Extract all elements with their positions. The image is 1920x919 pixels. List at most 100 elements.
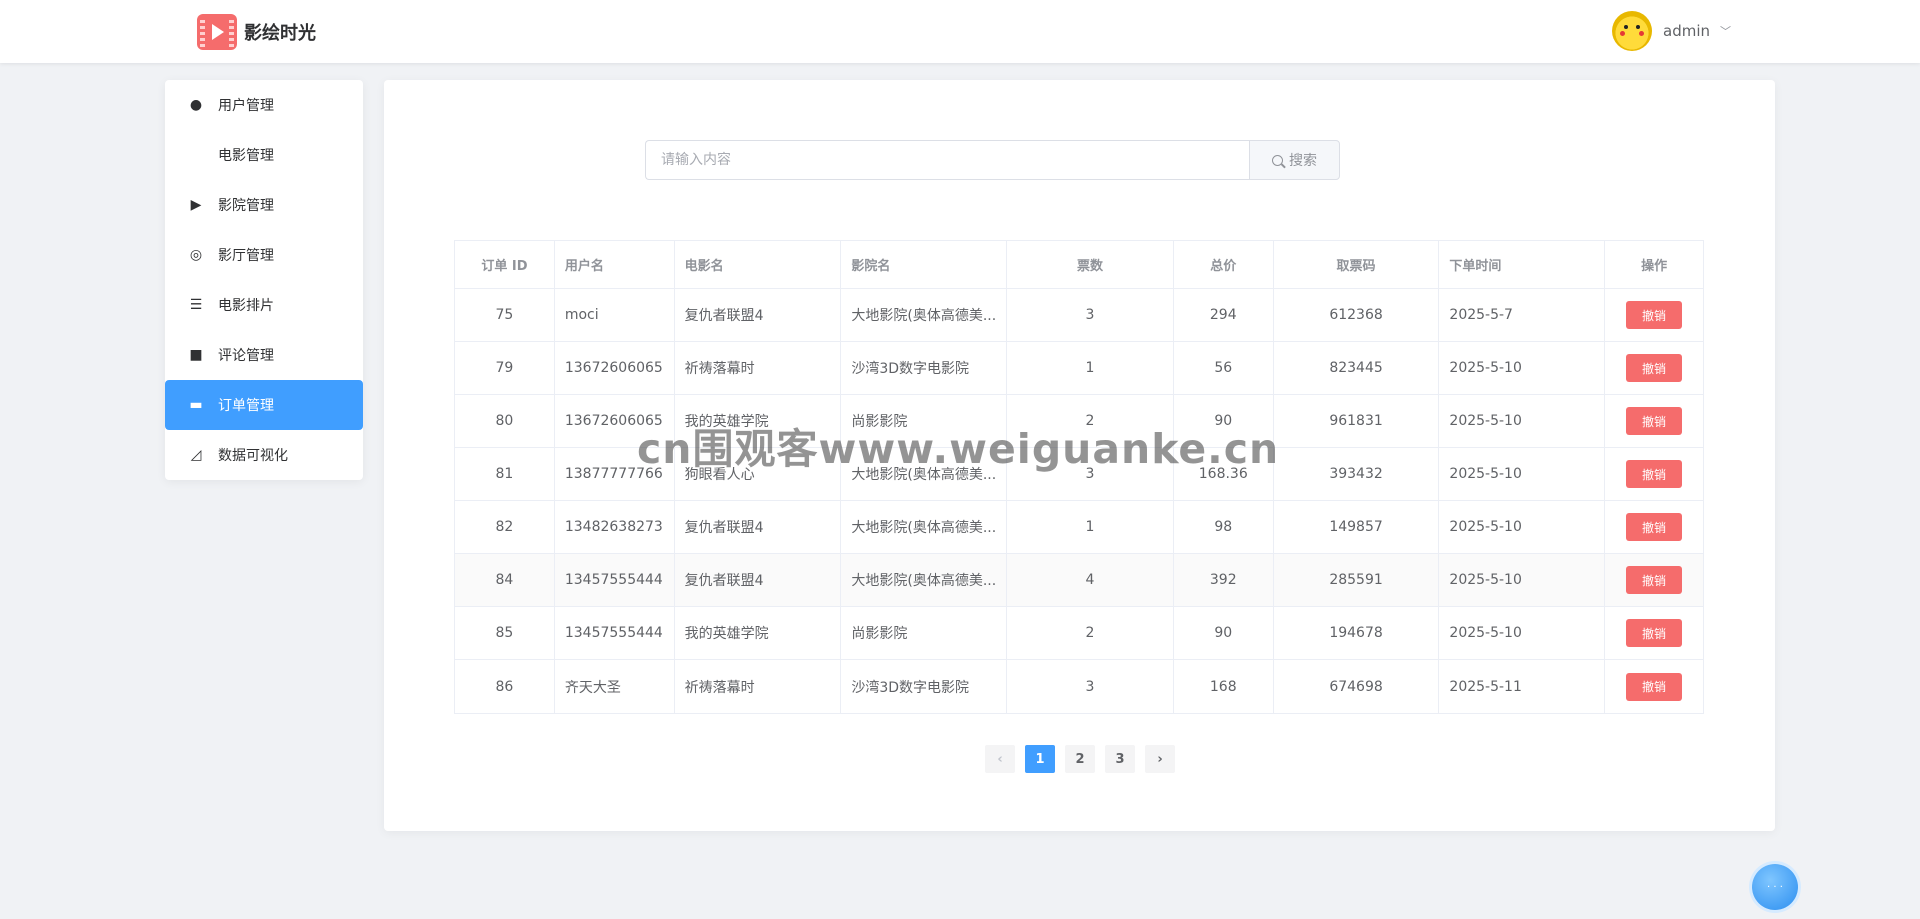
cell-movie: 祈祷落幕时 xyxy=(675,660,842,713)
sidebar-item-schedule[interactable]: ☰ 电影排片 xyxy=(165,280,363,330)
cell-action: 撤销 xyxy=(1605,289,1703,341)
user-menu[interactable]: admin ﹀ xyxy=(1612,11,1731,51)
sidebar-item-users[interactable]: ● 用户管理 xyxy=(165,80,363,130)
sidebar-item-movies[interactable]: 电影管理 xyxy=(165,130,363,180)
cell-username: 齐天大圣 xyxy=(555,660,675,713)
cell-action: 撤销 xyxy=(1605,554,1703,606)
next-page-button[interactable]: › xyxy=(1145,745,1175,773)
cancel-order-button[interactable]: 撤销 xyxy=(1626,566,1683,594)
search-input[interactable] xyxy=(645,140,1249,180)
cell-action: 撤销 xyxy=(1605,501,1703,553)
sidebar-item-orders[interactable]: ▬ 订单管理 xyxy=(165,380,363,430)
cell-movie: 复仇者联盟4 xyxy=(675,501,842,553)
cell-username: 13457555444 xyxy=(555,554,675,606)
cell-username: 13672606065 xyxy=(555,342,675,394)
cancel-order-button[interactable]: 撤销 xyxy=(1626,354,1683,382)
header-tickets: 票数 xyxy=(1007,241,1174,288)
lifebuoy-icon: ◎ xyxy=(189,247,203,263)
cell-movie: 复仇者联盟4 xyxy=(675,554,842,606)
cell-order-id: 84 xyxy=(455,554,555,606)
cell-code: 612368 xyxy=(1274,289,1440,341)
cell-time: 2025-5-10 xyxy=(1439,607,1606,659)
sidebar-item-comments[interactable]: ■ 评论管理 xyxy=(165,330,363,380)
cell-code: 674698 xyxy=(1274,660,1440,713)
cell-cinema: 大地影院(奥体高德美... xyxy=(841,289,1008,341)
cell-cinema: 沙湾3D数字电影院 xyxy=(841,342,1008,394)
cell-total: 392 xyxy=(1174,554,1274,606)
header-order-id: 订单 ID xyxy=(455,241,555,288)
cell-total: 56 xyxy=(1174,342,1274,394)
cell-order-id: 80 xyxy=(455,395,555,447)
pagination: ‹ 1 2 3 › xyxy=(985,745,1185,773)
header-action: 操作 xyxy=(1641,259,1668,274)
search-button[interactable]: 搜索 xyxy=(1249,140,1340,180)
cell-time: 2025-5-10 xyxy=(1439,448,1606,500)
cell-tickets: 3 xyxy=(1007,289,1174,341)
page-button-1[interactable]: 1 xyxy=(1025,745,1055,773)
sidebar-item-halls[interactable]: ◎ 影厅管理 xyxy=(165,230,363,280)
user-icon: ● xyxy=(189,97,203,113)
chevron-down-icon[interactable]: ﹀ xyxy=(1720,23,1731,39)
cell-tickets: 1 xyxy=(1007,342,1174,394)
sidebar-item-cinemas[interactable]: ▶ 影院管理 xyxy=(165,180,363,230)
cancel-order-button[interactable]: 撤销 xyxy=(1626,407,1683,435)
app-title: 影绘时光 xyxy=(244,23,316,44)
sidebar-item-label: 影厅管理 xyxy=(218,248,274,264)
cell-username: moci xyxy=(555,289,675,341)
page-button-2[interactable]: 2 xyxy=(1065,745,1095,773)
cell-time: 2025-5-11 xyxy=(1439,660,1606,713)
cell-movie: 复仇者联盟4 xyxy=(675,289,842,341)
cell-action: 撤销 xyxy=(1605,660,1703,713)
search-button-label: 搜索 xyxy=(1289,153,1317,169)
cell-action: 撤销 xyxy=(1605,342,1703,394)
table-row: 79 13672606065 祈祷落幕时 沙湾3D数字电影院 1 56 8234… xyxy=(455,342,1703,395)
table-row: 86 齐天大圣 祈祷落幕时 沙湾3D数字电影院 3 168 674698 202… xyxy=(455,660,1703,713)
cell-tickets: 2 xyxy=(1007,607,1174,659)
cell-cinema: 尚影影院 xyxy=(841,607,1008,659)
search-icon xyxy=(1272,154,1283,166)
comment-icon: ■ xyxy=(189,347,203,363)
header-movie: 电影名 xyxy=(675,241,842,288)
cell-time: 2025-5-10 xyxy=(1439,395,1606,447)
cell-movie: 我的英雄学院 xyxy=(675,607,842,659)
cell-order-id: 81 xyxy=(455,448,555,500)
ticket-icon: ▬ xyxy=(189,397,203,413)
cell-time: 2025-5-10 xyxy=(1439,554,1606,606)
cancel-order-button[interactable]: 撤销 xyxy=(1626,672,1683,701)
cancel-order-button[interactable]: 撤销 xyxy=(1626,619,1683,647)
film-logo-icon xyxy=(197,14,237,50)
cell-cinema: 大地影院(奥体高德美... xyxy=(841,554,1008,606)
cell-tickets: 4 xyxy=(1007,554,1174,606)
cell-tickets: 1 xyxy=(1007,501,1174,553)
cancel-order-button[interactable]: 撤销 xyxy=(1626,513,1683,541)
avatar[interactable] xyxy=(1612,11,1652,51)
cell-time: 2025-5-7 xyxy=(1439,289,1606,341)
cell-code: 393432 xyxy=(1274,448,1440,500)
orders-table: 订单 ID 用户名 电影名 影院名 票数 总价 取票码 下单时间 操作 75 m… xyxy=(454,240,1704,714)
username[interactable]: admin xyxy=(1663,22,1710,40)
sidebar-item-label: 用户管理 xyxy=(218,98,274,114)
header-time: 下单时间 xyxy=(1439,241,1606,288)
cell-total: 90 xyxy=(1174,607,1274,659)
table-row: 85 13457555444 我的英雄学院 尚影影院 2 90 194678 2… xyxy=(455,607,1703,660)
table-row: 82 13482638273 复仇者联盟4 大地影院(奥体高德美... 1 98… xyxy=(455,501,1703,554)
sidebar-item-visualization[interactable]: ◿ 数据可视化 xyxy=(165,430,363,480)
cell-action: 撤销 xyxy=(1605,395,1703,447)
prev-page-button[interactable]: ‹ xyxy=(985,745,1015,773)
cell-tickets: 3 xyxy=(1007,660,1174,713)
watermark: cn围观客www.weiguanke.cn xyxy=(637,425,1280,473)
cell-movie: 祈祷落幕时 xyxy=(675,342,842,394)
sidebar-item-label: 数据可视化 xyxy=(218,448,288,464)
cell-time: 2025-5-10 xyxy=(1439,342,1606,394)
page-button-3[interactable]: 3 xyxy=(1105,745,1135,773)
cell-code: 194678 xyxy=(1274,607,1440,659)
table-header: 订单 ID 用户名 电影名 影院名 票数 总价 取票码 下单时间 操作 xyxy=(455,241,1703,289)
cancel-order-button[interactable]: 撤销 xyxy=(1626,460,1683,488)
camera-icon: ▶ xyxy=(190,197,202,213)
cell-action: 撤销 xyxy=(1605,607,1703,659)
cell-cinema: 沙湾3D数字电影院 xyxy=(841,660,1008,713)
floating-action-button[interactable]: · · · xyxy=(1752,864,1798,910)
header-total: 总价 xyxy=(1174,241,1274,288)
app-logo[interactable]: 影绘时光 xyxy=(197,14,316,50)
cancel-order-button[interactable]: 撤销 xyxy=(1626,301,1683,329)
